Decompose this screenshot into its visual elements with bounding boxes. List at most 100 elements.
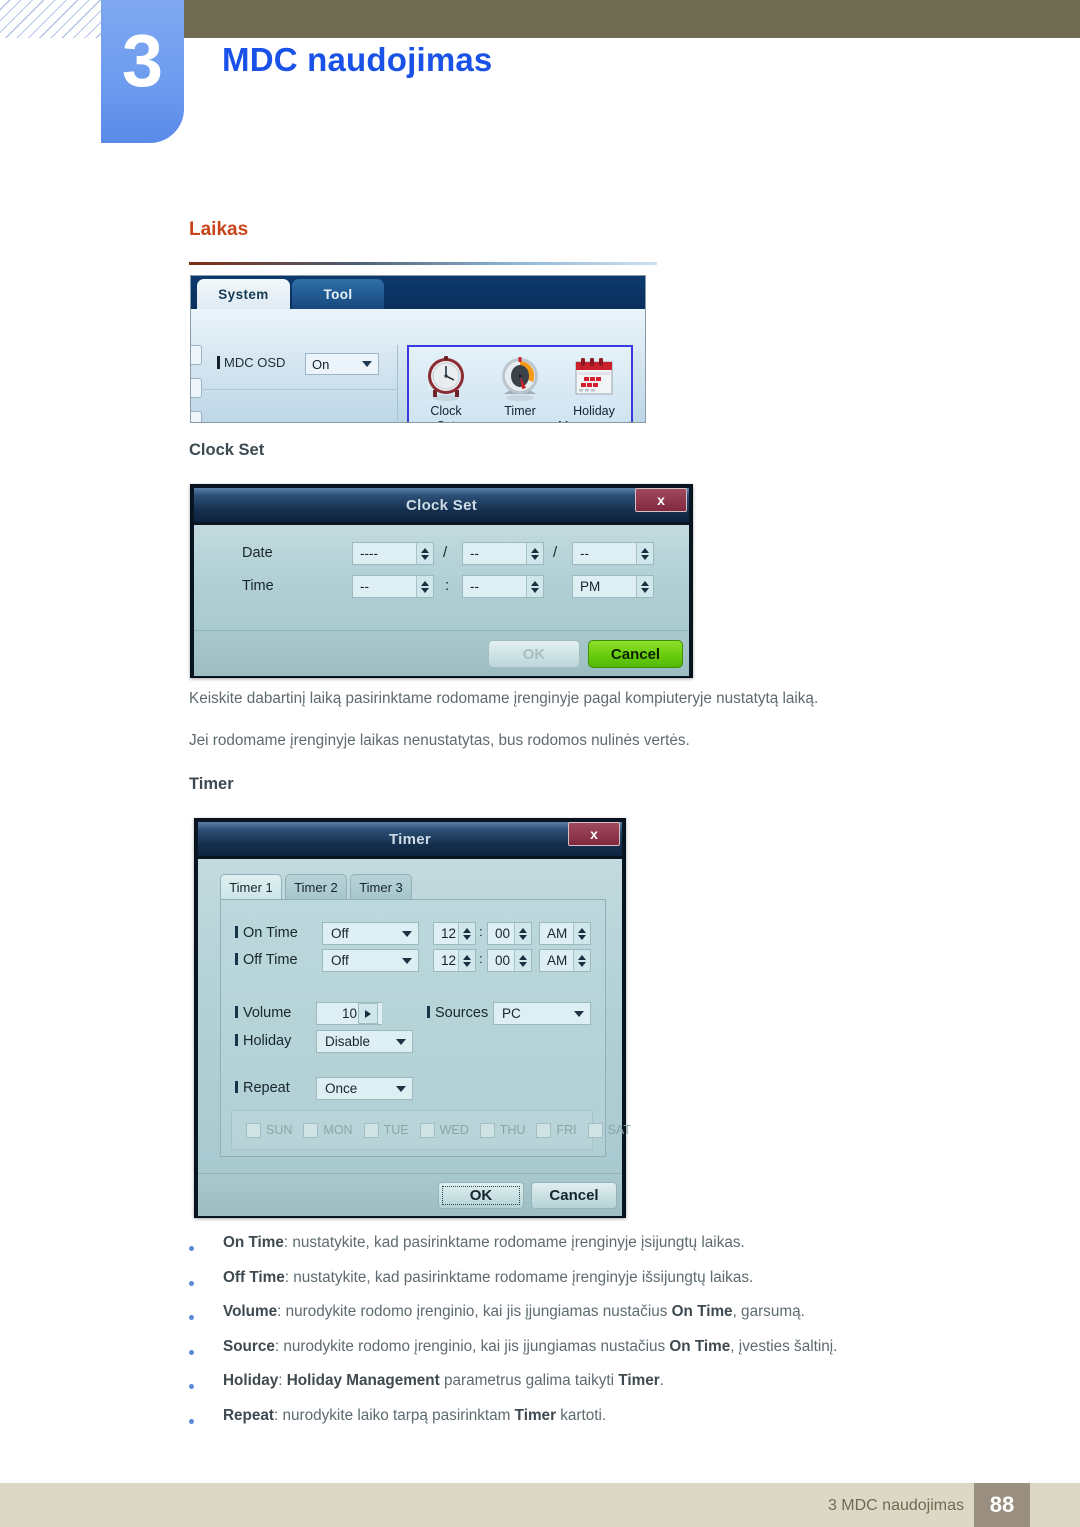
weekday-wed[interactable]: WED <box>419 1122 469 1138</box>
weekday-fri[interactable]: FRI <box>536 1122 577 1138</box>
chapter-number: 3 <box>121 18 164 102</box>
spinner-arrows-icon[interactable] <box>416 543 433 564</box>
time-group-selected: Clock Set <box>407 345 633 422</box>
list-item: Off Time: nustatykite, kad pasirinktame … <box>189 1269 1039 1304</box>
holiday-dropdown[interactable]: Disable <box>316 1030 413 1053</box>
repeat-label-text: Repeat <box>243 1080 290 1096</box>
checkbox-icon[interactable] <box>419 1122 435 1138</box>
tab-tool[interactable]: Tool <box>292 279 384 309</box>
toolbar-button-timer[interactable]: Timer <box>484 352 556 420</box>
weekday-thu[interactable]: THU <box>479 1122 525 1138</box>
spinner-arrows-icon[interactable] <box>458 923 475 944</box>
spinner-arrows-icon[interactable] <box>526 576 543 597</box>
sources-dropdown[interactable]: PC <box>493 1002 591 1025</box>
mdc-osd-label-text: MDC OSD <box>224 355 286 370</box>
timer-body: Timer 1 Timer 2 Timer 3 On Time Off 12 :… <box>198 859 631 1173</box>
spinner-arrows-icon[interactable] <box>573 950 590 971</box>
weekday-wed-label: WED <box>439 1123 469 1137</box>
mdc-osd-value: On <box>312 356 330 372</box>
volume-increase-button[interactable] <box>358 1003 378 1024</box>
checkbox-icon[interactable] <box>363 1122 379 1138</box>
spinner-arrows-icon[interactable] <box>416 576 433 597</box>
off-time-hour-spinner[interactable]: 12 <box>433 949 476 972</box>
repeat-value: Once <box>325 1081 358 1096</box>
holiday-label-text: Holiday <box>243 1033 292 1049</box>
tab-timer-3[interactable]: Timer 3 <box>350 874 412 899</box>
sources-label: Sources <box>427 1005 488 1021</box>
bullet-term: Volume <box>223 1303 278 1320</box>
spinner-arrows-icon[interactable] <box>636 576 653 597</box>
timer-ok-button[interactable]: OK <box>438 1182 524 1209</box>
on-time-hour-spinner[interactable]: 12 <box>433 922 476 945</box>
checkbox-icon[interactable] <box>246 1122 261 1138</box>
on-time-meridiem-spinner[interactable]: AM <box>539 922 591 945</box>
checkbox-icon[interactable] <box>536 1122 552 1138</box>
bullet-dot-icon <box>189 1246 194 1251</box>
off-time-meridiem-spinner[interactable]: AM <box>539 949 591 972</box>
spinner-arrows-icon[interactable] <box>514 923 531 944</box>
off-time-state-dropdown[interactable]: Off <box>322 949 419 972</box>
off-time-minute-spinner[interactable]: 00 <box>487 949 532 972</box>
bullet-text-repeat: Repeat: nurodykite laiko tarpą pasirinkt… <box>223 1407 606 1425</box>
date-year-value: ---- <box>360 546 378 561</box>
off-time-hour-value: 12 <box>441 953 457 968</box>
time-label: Time <box>242 578 274 594</box>
spinner-arrows-icon[interactable] <box>636 543 653 564</box>
label-tick-icon <box>235 1034 238 1046</box>
checkbox-icon[interactable] <box>479 1122 495 1138</box>
weekday-tue[interactable]: TUE <box>363 1122 409 1138</box>
toolbar-button-clock-set[interactable]: Clock Set <box>410 352 482 422</box>
bullet-term: On Time <box>223 1234 284 1251</box>
toolbar-button-holiday-management[interactable]: Holiday Management <box>558 352 631 422</box>
spinner-arrows-icon[interactable] <box>526 543 543 564</box>
time-hour-spinner[interactable]: -- <box>352 575 434 598</box>
clock-set-body: Date ---- / -- / -- Time -- : -- PM <box>194 525 689 630</box>
bullet-rest: : nurodykite rodomo įrenginio, kai jis į… <box>277 1303 672 1320</box>
spinner-arrows-icon[interactable] <box>573 923 590 944</box>
date-separator-1: / <box>443 544 448 561</box>
toolbar-divider <box>201 389 397 390</box>
close-icon[interactable]: x <box>568 822 620 846</box>
repeat-label: Repeat <box>235 1080 290 1096</box>
checkbox-icon[interactable] <box>303 1122 319 1138</box>
on-time-state-dropdown[interactable]: Off <box>322 922 419 945</box>
paragraph-1: Keiskite dabartinį laiką pasirinktame ro… <box>189 690 819 707</box>
time-meridiem-value: PM <box>580 579 601 594</box>
bullet-dot-icon <box>189 1384 194 1389</box>
tab-timer-1[interactable]: Timer 1 <box>220 874 282 899</box>
tab-system[interactable]: System <box>197 279 290 309</box>
time-meridiem-spinner[interactable]: PM <box>572 575 654 598</box>
close-icon[interactable]: x <box>635 488 687 512</box>
date-month-spinner[interactable]: -- <box>462 542 544 565</box>
clock-set-cancel-button[interactable]: Cancel <box>588 640 683 668</box>
bullet-rest-2: , įvesties šaltinį. <box>730 1337 838 1355</box>
holiday-label-line1: Holiday <box>573 404 615 418</box>
date-day-value: -- <box>580 546 589 561</box>
timer-cancel-button[interactable]: Cancel <box>531 1182 617 1209</box>
mdc-osd-dropdown[interactable]: On <box>305 353 379 375</box>
date-year-spinner[interactable]: ---- <box>352 542 434 565</box>
label-tick-icon <box>235 1006 238 1018</box>
date-day-spinner[interactable]: -- <box>572 542 654 565</box>
on-time-minute-spinner[interactable]: 00 <box>487 922 532 945</box>
clock-set-ok-button[interactable]: OK <box>488 640 580 668</box>
bullet-term-3: Timer <box>618 1372 660 1389</box>
weekday-sun[interactable]: SUN <box>246 1122 292 1138</box>
bullet-term: Holiday <box>223 1372 279 1389</box>
spinner-arrows-icon[interactable] <box>514 950 531 971</box>
chevron-down-icon <box>362 361 372 367</box>
time-hour-value: -- <box>360 579 369 594</box>
date-label: Date <box>242 545 273 561</box>
triangle-right-icon <box>365 1009 371 1018</box>
mdc-osd-label: MDC OSD <box>217 355 285 370</box>
timer-titlebar: Timer <box>198 822 622 856</box>
volume-label: Volume <box>235 1005 291 1021</box>
repeat-dropdown[interactable]: Once <box>316 1077 413 1100</box>
checkbox-icon[interactable] <box>587 1122 603 1138</box>
weekday-sat[interactable]: SAT <box>587 1122 631 1138</box>
bullet-dot-icon <box>189 1418 194 1424</box>
spinner-arrows-icon[interactable] <box>458 950 475 971</box>
weekday-mon[interactable]: MON <box>303 1122 353 1138</box>
tab-timer-2[interactable]: Timer 2 <box>285 874 347 899</box>
time-minute-spinner[interactable]: -- <box>462 575 544 598</box>
